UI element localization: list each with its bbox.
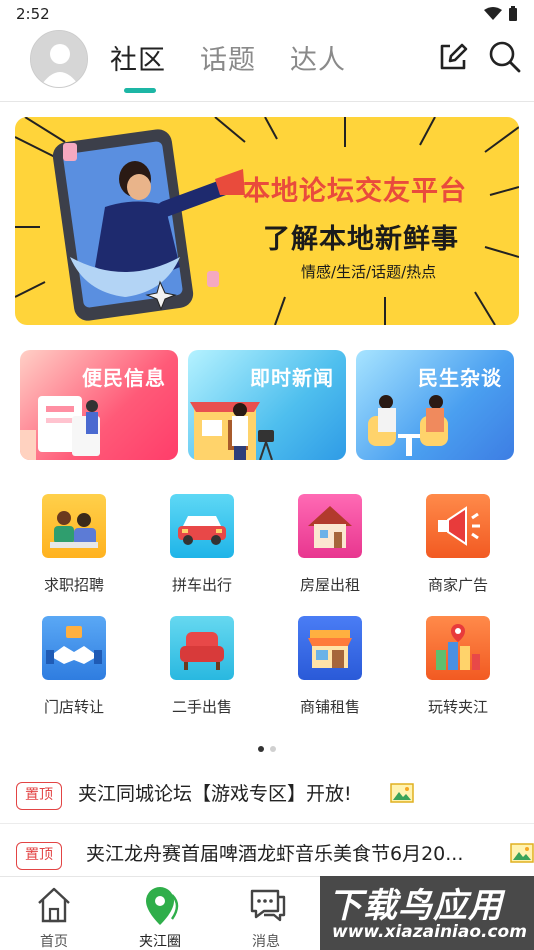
image-icon [510, 843, 534, 863]
card-label: 便民信息 [82, 366, 166, 390]
pinned-badge: 置顶 [16, 842, 62, 870]
nav-label: 消息 [252, 934, 280, 950]
home-icon [38, 887, 70, 923]
shop-icon [298, 616, 362, 680]
grid-item-carpool[interactable]: 拼车出行 [138, 490, 266, 600]
post-title: 夹江同城论坛【游戏专区】开放! [78, 783, 352, 805]
grid-item-store-transfer[interactable]: 门店转让 [10, 612, 138, 722]
grid-label: 房屋出租 [299, 576, 360, 594]
card-livelihood-chat[interactable]: 民生杂谈 [356, 350, 514, 460]
banner-tags: 情感/生活/话题/热点 [301, 263, 437, 281]
card-label: 民生杂谈 [418, 366, 502, 390]
top-tabs: 社区 话题 达人 [110, 38, 346, 93]
sofa-icon [170, 616, 234, 680]
watermark: 下载鸟应用 www.xiazainiao.com [320, 876, 534, 950]
grid-label: 门店转让 [43, 698, 104, 716]
grid-page-indicator [258, 746, 276, 752]
wifi-icon [484, 7, 502, 20]
grid-item-recruit[interactable]: 求职招聘 [10, 490, 138, 600]
tab-community[interactable]: 社区 [110, 38, 166, 93]
message-icon [250, 889, 286, 922]
nav-messages[interactable]: 消息 [226, 881, 306, 950]
watermark-url: www.xiazainiao.com [332, 922, 527, 942]
nav-home[interactable]: 首页 [14, 881, 94, 950]
avatar[interactable] [30, 30, 88, 88]
grid-label: 二手出售 [171, 698, 232, 716]
banner-title: 本地论坛交友平台 [243, 176, 467, 207]
pinned-badge: 置顶 [16, 782, 62, 810]
nav-label: 夹江圈 [139, 934, 181, 950]
image-icon [390, 783, 414, 803]
nav-label: 首页 [40, 934, 68, 950]
recruit-icon [42, 494, 106, 558]
location-icon [146, 887, 179, 925]
battery-icon [509, 6, 517, 21]
edit-icon[interactable] [436, 40, 470, 74]
megaphone-icon [426, 494, 490, 558]
car-icon [170, 494, 234, 558]
search-icon[interactable] [488, 40, 522, 74]
grid-label: 商家广告 [427, 576, 488, 594]
promo-banner[interactable]: 本地论坛交友平台 了解本地新鲜事 情感/生活/话题/热点 [15, 117, 519, 325]
grid-item-merchant-ads[interactable]: 商家广告 [394, 490, 522, 600]
status-time: 2:52 [16, 5, 50, 23]
post-title: 夹江龙舟赛首届啤酒龙虾音乐美食节6月20... [86, 843, 464, 865]
watermark-title: 下载鸟应用 [328, 886, 503, 926]
grid-item-second-hand[interactable]: 二手出售 [138, 612, 266, 722]
status-bar: 2:52 [0, 0, 534, 28]
nav-jiajiang-circle[interactable]: 夹江圈 [120, 881, 200, 950]
default-avatar-icon [31, 31, 87, 87]
card-instant-news[interactable]: 即时新闻 [188, 350, 346, 460]
grid-item-house-rental[interactable]: 房屋出租 [266, 490, 394, 600]
tab-experts[interactable]: 达人 [290, 38, 346, 77]
banner-subtitle: 了解本地新鲜事 [263, 224, 459, 255]
top-header: 社区 话题 达人 [0, 28, 534, 102]
page-dot [270, 746, 276, 752]
city-pin-icon [426, 616, 490, 680]
grid-label: 拼车出行 [171, 576, 232, 594]
card-convenience-info[interactable]: 便民信息 [20, 350, 178, 460]
pinned-post[interactable]: 置顶 夹江龙舟赛首届啤酒龙虾音乐美食节6月20... [0, 830, 534, 878]
handshake-icon [42, 616, 106, 680]
grid-label: 玩转夹江 [427, 698, 488, 716]
post-divider [0, 823, 534, 824]
grid-item-explore-jiajiang[interactable]: 玩转夹江 [394, 612, 522, 722]
house-icon [298, 494, 362, 558]
category-cards: 便民信息 即时新闻 民生杂谈 [20, 350, 514, 460]
tab-topics[interactable]: 话题 [200, 38, 256, 77]
pinned-post[interactable]: 置顶 夹江同城论坛【游戏专区】开放! [0, 770, 534, 818]
card-label: 即时新闻 [250, 366, 334, 390]
grid-label: 商铺租售 [299, 698, 360, 716]
grid-item-shop-lease[interactable]: 商铺租售 [266, 612, 394, 722]
grid-label: 求职招聘 [43, 576, 104, 594]
status-icons [484, 6, 518, 22]
page-dot-active [258, 746, 264, 752]
